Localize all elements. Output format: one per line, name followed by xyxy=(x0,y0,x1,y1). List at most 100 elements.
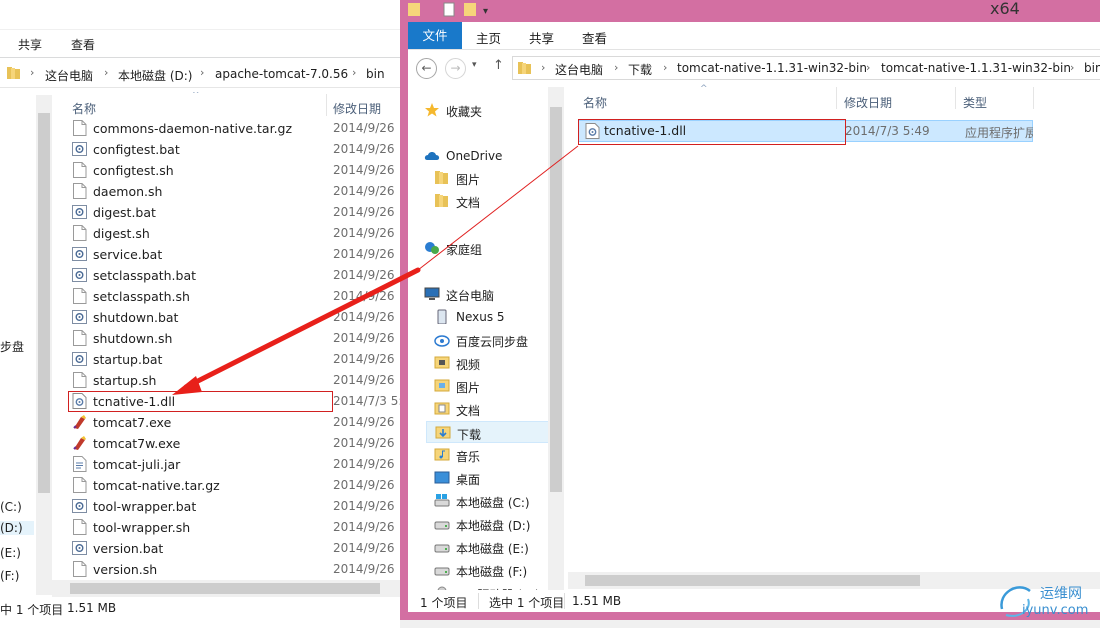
nav-item-label: 文档 xyxy=(456,404,481,418)
file-row[interactable]: setclasspath.sh 2014/9/26 xyxy=(68,286,398,307)
nav-item[interactable]: 本地磁盘 (F:) xyxy=(426,559,564,581)
scrollbar-thumb[interactable] xyxy=(585,575,920,586)
file-row[interactable]: tool-wrapper.bat 2014/9/26 xyxy=(68,496,398,517)
breadcrumb-downloads[interactable]: 下载 xyxy=(628,61,652,78)
address-bar[interactable]: › 这台电脑 › 下载 › tomcat-native-1.1.31-win32… xyxy=(512,56,1100,80)
chevron-down-icon[interactable]: ▾ xyxy=(472,60,477,70)
nav-item-drive-c[interactable]: (C:) xyxy=(0,500,22,514)
nav-item[interactable]: 收藏夹 xyxy=(416,99,556,121)
nav-item[interactable]: 文档 xyxy=(426,398,564,420)
forward-button[interactable]: → xyxy=(445,58,466,79)
nav-scrollbar[interactable] xyxy=(548,87,564,590)
column-divider[interactable] xyxy=(1033,87,1034,109)
address-bar[interactable]: › 这台电脑 › 本地磁盘 (D:) › apache-tomcat-7.0.5… xyxy=(0,60,400,88)
breadcrumb-tomcat-native[interactable]: tomcat-native-1.1.31-win32-bin xyxy=(677,61,867,75)
breadcrumb-separator: › xyxy=(541,61,546,74)
file-row[interactable]: configtest.sh 2014/9/26 xyxy=(68,160,398,181)
nav-item-drive-f[interactable]: (F:) xyxy=(0,569,19,583)
file-row[interactable]: version.sh 2014/9/26 xyxy=(68,559,398,580)
file-row[interactable]: startup.bat 2014/9/26 xyxy=(68,349,398,370)
nav-item[interactable]: 下载 xyxy=(426,421,564,443)
column-header-date[interactable]: 修改日期 xyxy=(844,94,892,111)
nav-item[interactable]: 家庭组 xyxy=(416,237,556,259)
column-divider[interactable] xyxy=(836,87,837,109)
breadcrumb-separator: › xyxy=(352,66,357,79)
file-row[interactable]: configtest.bat 2014/9/26 xyxy=(68,139,398,160)
column-divider[interactable] xyxy=(955,87,956,109)
nav-item[interactable]: 图片 xyxy=(426,375,564,397)
file-row[interactable]: version.bat 2014/9/26 xyxy=(68,538,398,559)
column-header-name[interactable]: 名称 xyxy=(583,94,607,111)
file-row-selected[interactable]: tcnative-1.dll 2014/7/3 5:49 应用程序扩展 xyxy=(578,120,1033,142)
breadcrumb-this-pc[interactable]: 这台电脑 xyxy=(555,61,603,78)
breadcrumb-tomcat-native-inner[interactable]: tomcat-native-1.1.31-win32-bin xyxy=(881,61,1071,75)
nav-item[interactable]: 视频 xyxy=(426,352,564,374)
tab-view[interactable]: 查看 xyxy=(582,28,607,47)
file-row[interactable]: daemon.sh 2014/9/26 xyxy=(68,181,398,202)
column-header-date[interactable]: 修改日期 xyxy=(333,100,381,117)
scrollbar-thumb[interactable] xyxy=(550,107,562,492)
file-row[interactable]: commons-daemon-native.tar.gz 2014/9/26 xyxy=(68,118,398,139)
nav-item-drive-d[interactable]: (D:) xyxy=(0,521,34,535)
up-arrow-icon[interactable]: ↑ xyxy=(493,58,504,73)
file-row[interactable]: tcnative-1.dll 2014/7/3 5: xyxy=(68,391,400,412)
file-row[interactable]: tomcat7w.exe 2014/9/26 xyxy=(68,433,398,454)
tab-home[interactable]: 主页 xyxy=(476,28,501,47)
breadcrumb-drive-d[interactable]: 本地磁盘 (D:) xyxy=(118,67,192,84)
quick-access-toolbar[interactable]: ▾ xyxy=(408,2,498,18)
file-row[interactable]: startup.sh 2014/9/26 xyxy=(68,370,398,391)
breadcrumb-separator: › xyxy=(104,66,109,79)
back-button[interactable]: ← xyxy=(416,58,437,79)
file-row[interactable]: setclasspath.bat 2014/9/26 xyxy=(68,265,398,286)
nav-item[interactable]: 桌面 xyxy=(426,467,564,489)
column-header-type[interactable]: 类型 xyxy=(963,94,987,111)
file-row[interactable]: tomcat-juli.jar 2014/9/26 xyxy=(68,454,398,475)
horizontal-scrollbar[interactable] xyxy=(52,580,400,597)
scrollbar-thumb[interactable] xyxy=(38,113,50,493)
file-icon xyxy=(73,561,87,577)
nav-item[interactable]: 文档 xyxy=(426,190,564,212)
nav-item[interactable]: 这台电脑 xyxy=(416,283,556,305)
file-date: 2014/9/26 xyxy=(333,226,395,240)
file-row[interactable]: shutdown.bat 2014/9/26 xyxy=(68,307,398,328)
nav-item-label: 本地磁盘 (C:) xyxy=(456,496,530,510)
nav-item-label: OneDrive xyxy=(446,149,503,163)
nav-item[interactable]: 本地磁盘 (D:) xyxy=(426,513,564,535)
breadcrumb-tomcat[interactable]: apache-tomcat-7.0.56 xyxy=(215,67,348,81)
file-date: 2014/9/26 xyxy=(333,331,395,345)
file-row[interactable]: service.bat 2014/9/26 xyxy=(68,244,398,265)
tab-share[interactable]: 共享 xyxy=(529,28,554,47)
file-name: configtest.bat xyxy=(93,142,180,157)
column-divider[interactable] xyxy=(326,94,327,116)
nav-scrollbar[interactable] xyxy=(36,95,52,595)
nav-item[interactable]: 百度云同步盘 xyxy=(426,329,564,351)
breadcrumb-bin[interactable]: bin xyxy=(366,67,385,81)
nav-item[interactable]: OneDrive xyxy=(416,145,556,167)
file-row[interactable]: tomcat7.exe 2014/9/26 xyxy=(68,412,398,433)
nav-item[interactable]: 本地磁盘 (E:) xyxy=(426,536,564,558)
tab-file[interactable]: 文件 xyxy=(408,22,462,49)
file-row[interactable]: tomcat-native.tar.gz 2014/9/26 xyxy=(68,475,398,496)
nav-item[interactable]: 本地磁盘 (C:) xyxy=(426,490,564,512)
nav-item-label: 桌面 xyxy=(456,473,481,487)
file-row[interactable]: digest.sh 2014/9/26 xyxy=(68,223,398,244)
navigation-bar: ← → ▾ ↑ › 这台电脑 › 下载 › tomcat-native-1.1.… xyxy=(408,49,1100,87)
breadcrumb-bin[interactable]: bin xyxy=(1084,61,1100,75)
nav-item-label: 文档 xyxy=(456,196,481,210)
nav-item[interactable]: 音乐 xyxy=(426,444,564,466)
nav-item[interactable]: 图片 xyxy=(426,167,564,189)
file-row[interactable]: shutdown.sh 2014/9/26 xyxy=(68,328,398,349)
file-row[interactable]: digest.bat 2014/9/26 xyxy=(68,202,398,223)
nav-item-drive-e[interactable]: (E:) xyxy=(0,546,21,560)
file-date: 2014/9/26 xyxy=(333,457,395,471)
scrollbar-thumb[interactable] xyxy=(70,583,380,594)
breadcrumb-this-pc[interactable]: 这台电脑 xyxy=(45,67,93,84)
file-row[interactable]: tool-wrapper.sh 2014/9/26 xyxy=(68,517,398,538)
nav-item-fragment[interactable]: 步盘 xyxy=(0,338,24,355)
nav-item[interactable]: Nexus 5 xyxy=(426,306,564,328)
tab-share[interactable]: 共享 xyxy=(18,36,42,53)
column-header-name[interactable]: 名称 xyxy=(72,100,96,117)
tab-view[interactable]: 查看 xyxy=(71,36,95,53)
nav-item[interactable]: CD 驱动器 (H:) xyxy=(426,582,564,590)
file-name: shutdown.sh xyxy=(93,331,173,346)
